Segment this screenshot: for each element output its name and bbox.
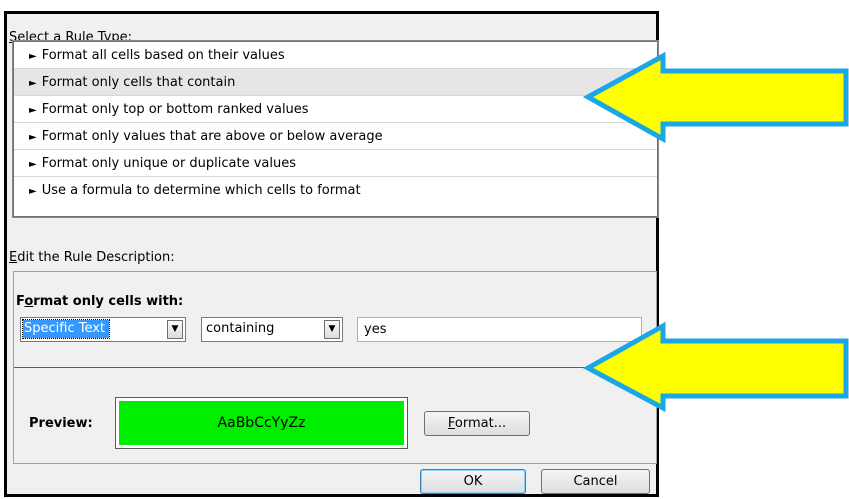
yellow-arrow-icon xyxy=(582,51,849,144)
edit-rule-description-caption: Edit the Rule Description: xyxy=(9,250,175,265)
item-marker-icon: ► xyxy=(29,159,37,170)
item-marker-icon: ► xyxy=(29,186,37,197)
chevron-down-icon[interactable]: ▼ xyxy=(167,320,183,339)
rule-type-item[interactable]: ► Format all cells based on their values xyxy=(14,42,657,69)
rule-type-item[interactable]: ► Format only top or bottom ranked values xyxy=(14,96,657,123)
rule-type-item[interactable]: ► Format only values that are above or be… xyxy=(14,123,657,150)
chevron-down-icon[interactable]: ▼ xyxy=(324,320,340,339)
format-only-cells-with-heading: Format only cells with: xyxy=(16,294,184,309)
rule-type-item[interactable]: ► Format only unique or duplicate values xyxy=(14,150,657,177)
operator-value: containing xyxy=(206,321,275,336)
item-marker-icon: ► xyxy=(29,51,37,62)
rule-type-list[interactable]: ► Format all cells based on their values … xyxy=(12,40,659,218)
criteria-value: yes xyxy=(364,322,387,337)
item-marker-icon: ► xyxy=(29,105,37,116)
ok-button[interactable]: OK xyxy=(420,469,526,494)
rule-type-item[interactable]: ► Use a formula to determine which cells … xyxy=(14,177,657,204)
preview-label: Preview: xyxy=(29,416,93,431)
divider xyxy=(14,367,655,368)
item-marker-icon: ► xyxy=(29,78,37,89)
item-marker-icon: ► xyxy=(29,132,37,143)
condition-type-dropdown[interactable]: Specific Text ▼ xyxy=(20,317,186,342)
condition-type-value: Specific Text xyxy=(21,319,111,339)
operator-dropdown[interactable]: containing ▼ xyxy=(201,317,343,342)
format-button[interactable]: Format... xyxy=(424,411,530,436)
cancel-button[interactable]: Cancel xyxy=(541,469,650,494)
yellow-arrow-icon xyxy=(582,321,849,413)
rule-type-item-selected[interactable]: ► Format only cells that contain xyxy=(14,69,657,96)
format-preview-swatch: AaBbCcYyZz xyxy=(115,397,408,449)
